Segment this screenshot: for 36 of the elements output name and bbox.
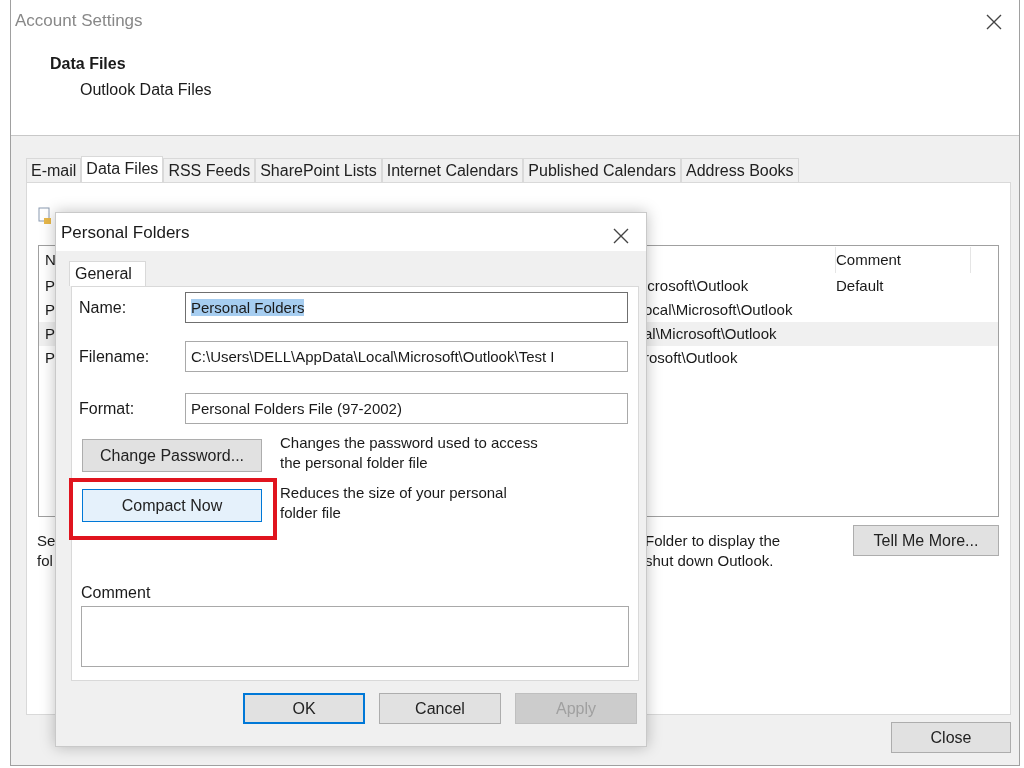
tab[interactable]: Published Calendars <box>523 158 681 182</box>
page-heading: Data Files <box>50 54 127 74</box>
page-subheading: Outlook Data Files <box>79 80 213 100</box>
table-cell: Default <box>836 276 884 294</box>
dialog-button[interactable]: OK <box>243 693 365 724</box>
field-label: Comment <box>81 583 151 603</box>
tab[interactable]: SharePoint Lists <box>255 158 382 182</box>
text-field[interactable]: Personal Folders <box>185 292 628 323</box>
help-text: Se fol <box>37 531 57 571</box>
field-label: Filename: <box>79 346 151 367</box>
tab[interactable]: Address Books <box>681 158 799 182</box>
action-button[interactable]: Change Password... <box>82 439 262 472</box>
field-label: Format: <box>79 398 136 419</box>
column-header: N <box>45 251 56 268</box>
tab[interactable]: E-mail <box>26 158 82 182</box>
table-cell: P <box>45 324 55 342</box>
table-cell: P <box>45 276 55 294</box>
field-label: Name: <box>79 297 128 318</box>
table-cell: icrosoft\Outlook <box>644 276 749 294</box>
button-description: Changes the password used to access the personal folder file <box>280 433 539 473</box>
text-field[interactable]: C:\Users\DELL\AppData\Local\Microsoft\Outlook\Test I <box>185 341 628 372</box>
tell-me-more-button[interactable]: Tell Me More... <box>853 525 999 556</box>
close-button[interactable]: Close <box>891 722 1011 753</box>
window-title: Account Settings <box>15 10 143 32</box>
table-cell: al\Microsoft\Outlook <box>644 324 777 342</box>
tab[interactable]: RSS Feeds <box>163 158 256 182</box>
dialog-button[interactable]: Cancel <box>379 693 501 724</box>
dialog-title: Personal Folders <box>61 222 190 244</box>
comment-field[interactable] <box>81 606 629 667</box>
button-description: Reduces the size of your personal folder file <box>280 483 508 523</box>
tab[interactable]: Data Files <box>81 156 164 182</box>
action-button[interactable]: Compact Now <box>82 489 262 522</box>
text-field[interactable]: Personal Folders File (97-2002) <box>185 393 628 424</box>
tab[interactable]: Internet Calendars <box>381 158 524 182</box>
column-header: Comment <box>836 251 902 268</box>
tab[interactable]: General <box>69 261 146 286</box>
